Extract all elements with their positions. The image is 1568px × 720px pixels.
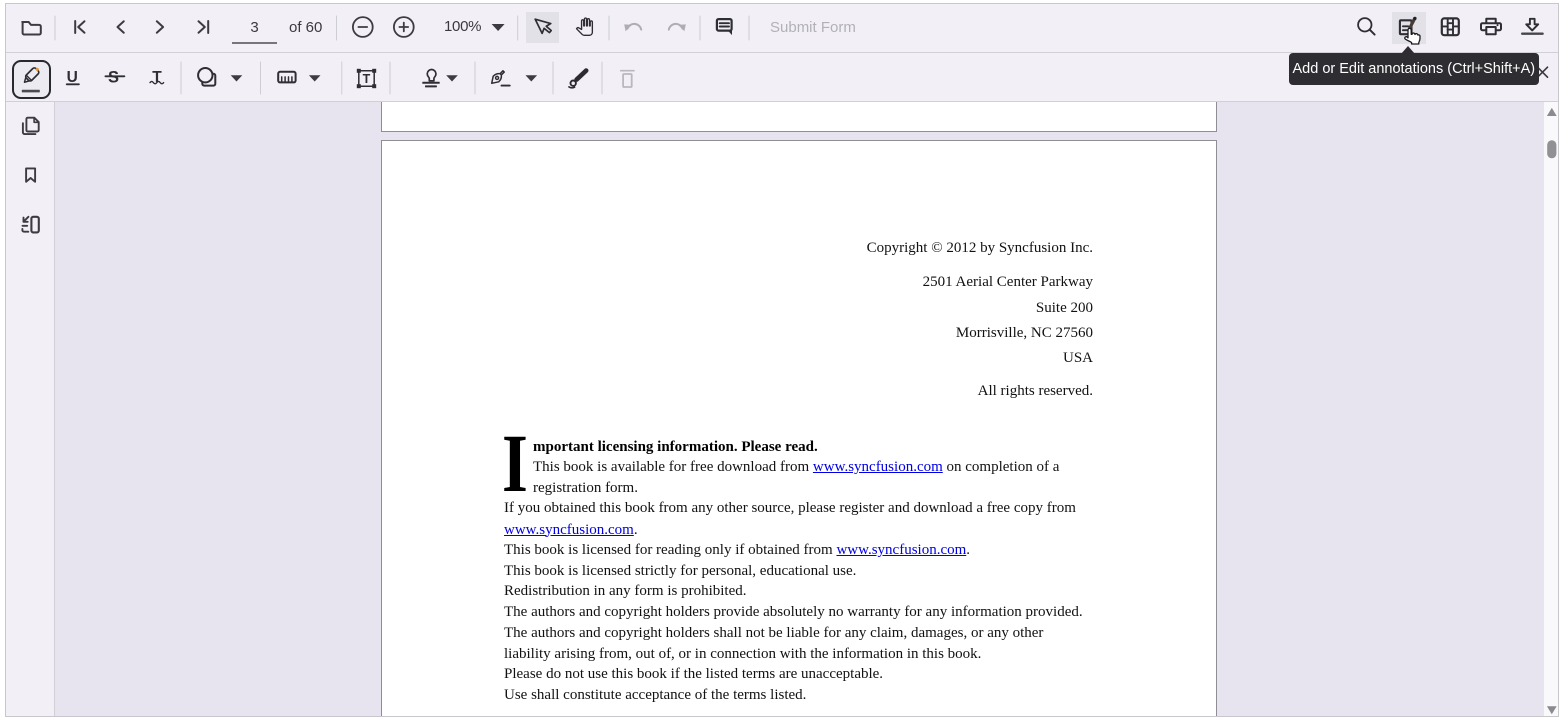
svg-text:S: S — [108, 68, 119, 86]
svg-text:T: T — [363, 72, 371, 86]
svg-text:U: U — [67, 69, 78, 86]
